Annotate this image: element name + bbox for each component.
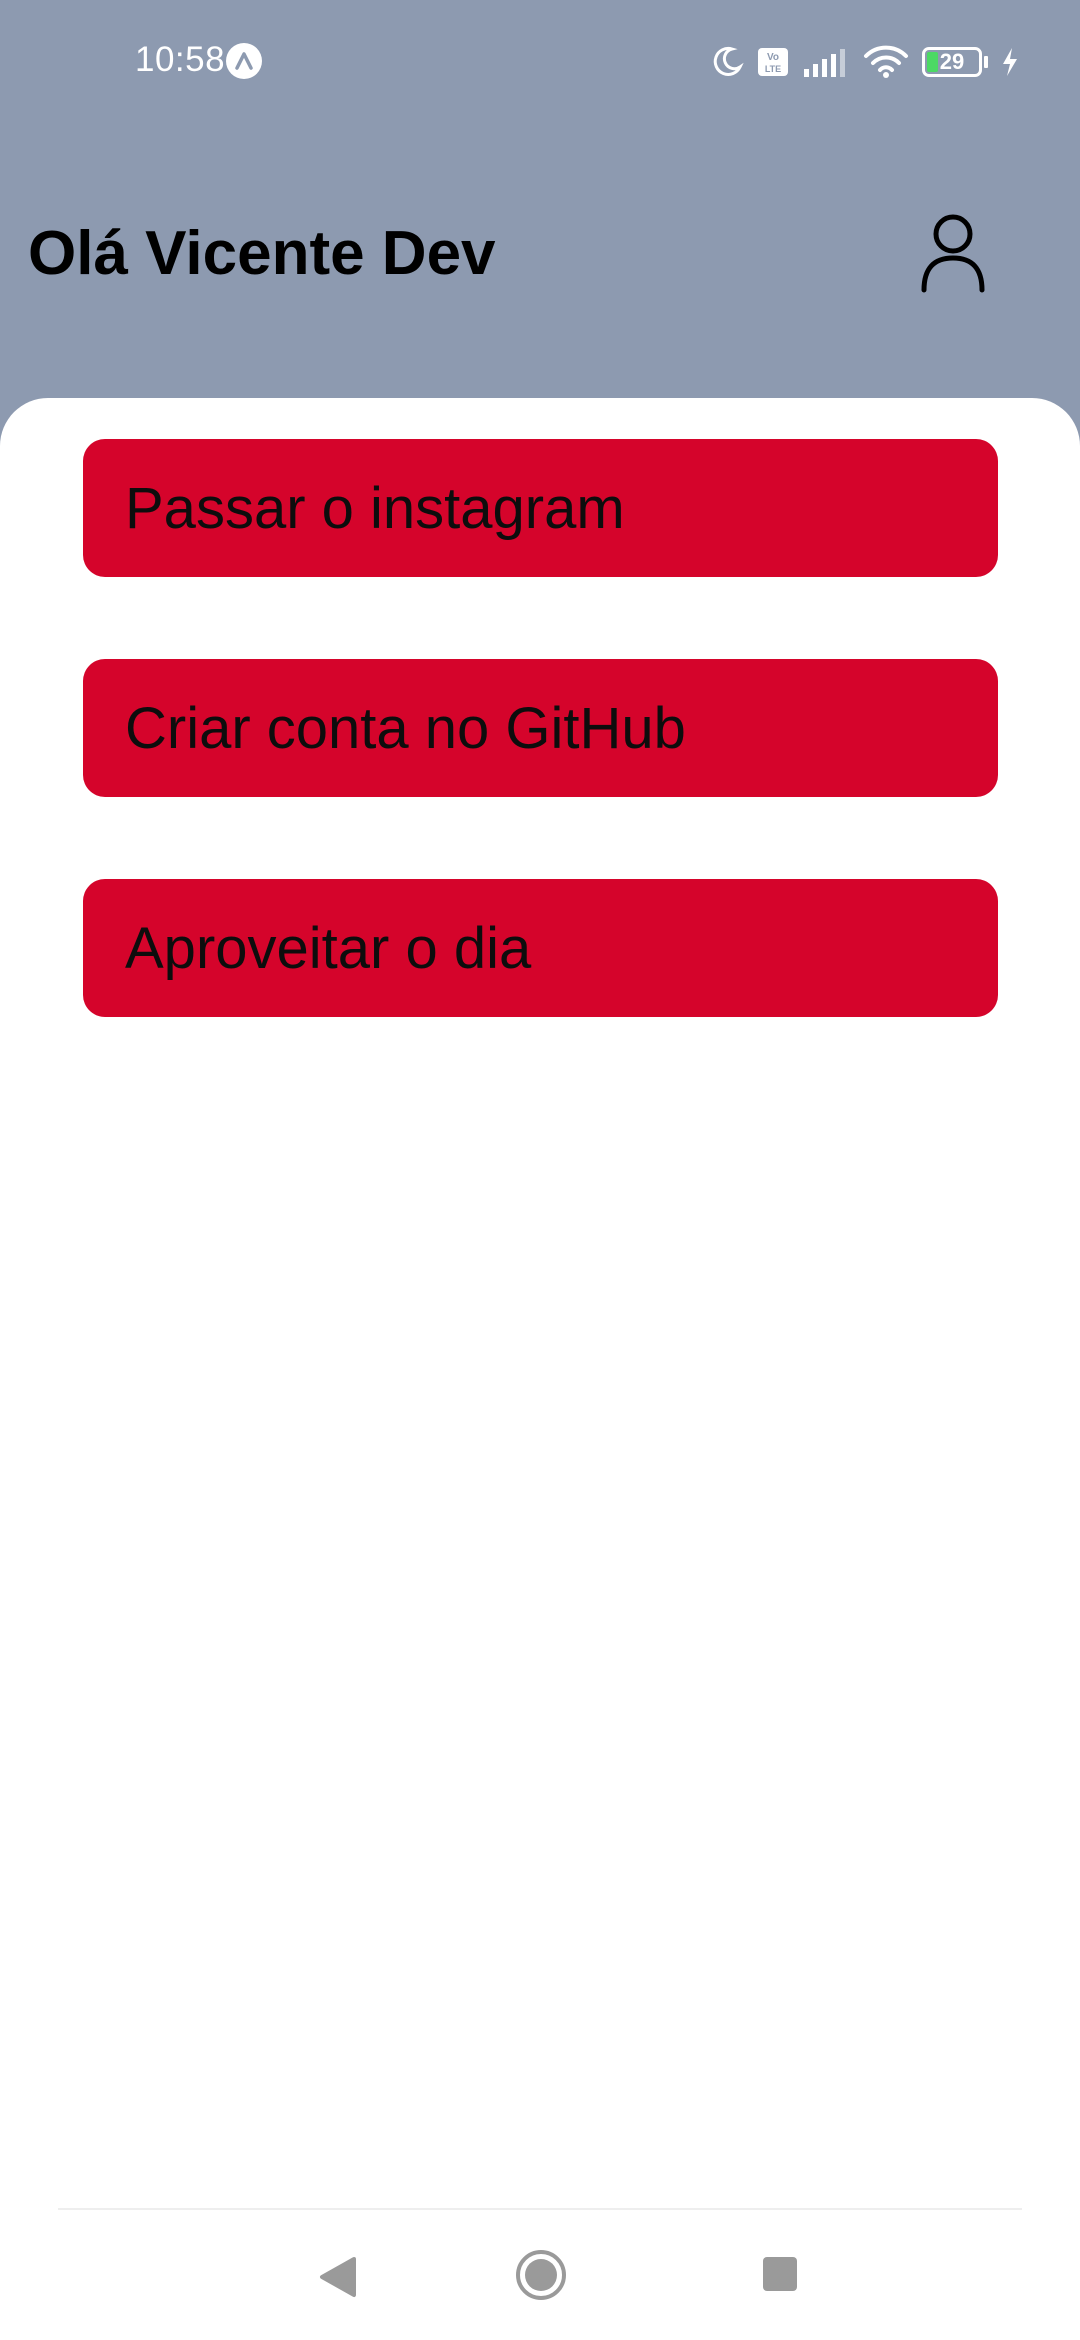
page-title: Olá Vicente Dev — [28, 219, 496, 288]
expo-icon — [226, 43, 262, 79]
back-triangle-icon — [320, 2257, 356, 2297]
bolt-icon — [1000, 46, 1020, 78]
task-label: Criar conta no GitHub — [125, 695, 686, 761]
battery-level: 29 — [939, 49, 965, 74]
task-label: Passar o instagram — [125, 475, 625, 541]
home-button[interactable] — [515, 2249, 567, 2301]
task-item[interactable]: Aproveitar o dia — [83, 879, 998, 1017]
back-button[interactable] — [318, 2255, 358, 2299]
battery-tip — [984, 56, 988, 68]
task-list: Passar o instagram Criar conta no GitHub… — [83, 439, 998, 1099]
status-indicators: Vo LTE 29 — [710, 42, 1020, 82]
status-bar: 10:58 Vo LTE 29 — [0, 0, 1080, 125]
home-circle-icon — [516, 2250, 566, 2300]
profile-button[interactable] — [918, 210, 988, 294]
recents-button[interactable] — [763, 2257, 797, 2291]
task-label: Aproveitar o dia — [125, 915, 532, 981]
battery-indicator: 29 — [922, 47, 982, 77]
volte-icon: Vo LTE — [756, 45, 790, 79]
task-sheet: Passar o instagram Criar conta no GitHub… — [0, 398, 1080, 2340]
user-icon — [921, 214, 985, 293]
signal-icon — [802, 45, 850, 79]
status-time: 10:58 — [135, 40, 226, 79]
moon-icon — [710, 45, 744, 79]
nav-divider — [58, 2208, 1022, 2210]
wifi-icon — [862, 44, 910, 80]
svg-text:Vo: Vo — [767, 52, 779, 63]
svg-text:LTE: LTE — [765, 64, 781, 74]
app-screen: 10:58 Vo LTE 29 Olá Vicente Dev Passar o… — [0, 0, 1080, 2340]
task-item[interactable]: Passar o instagram — [83, 439, 998, 577]
task-item[interactable]: Criar conta no GitHub — [83, 659, 998, 797]
